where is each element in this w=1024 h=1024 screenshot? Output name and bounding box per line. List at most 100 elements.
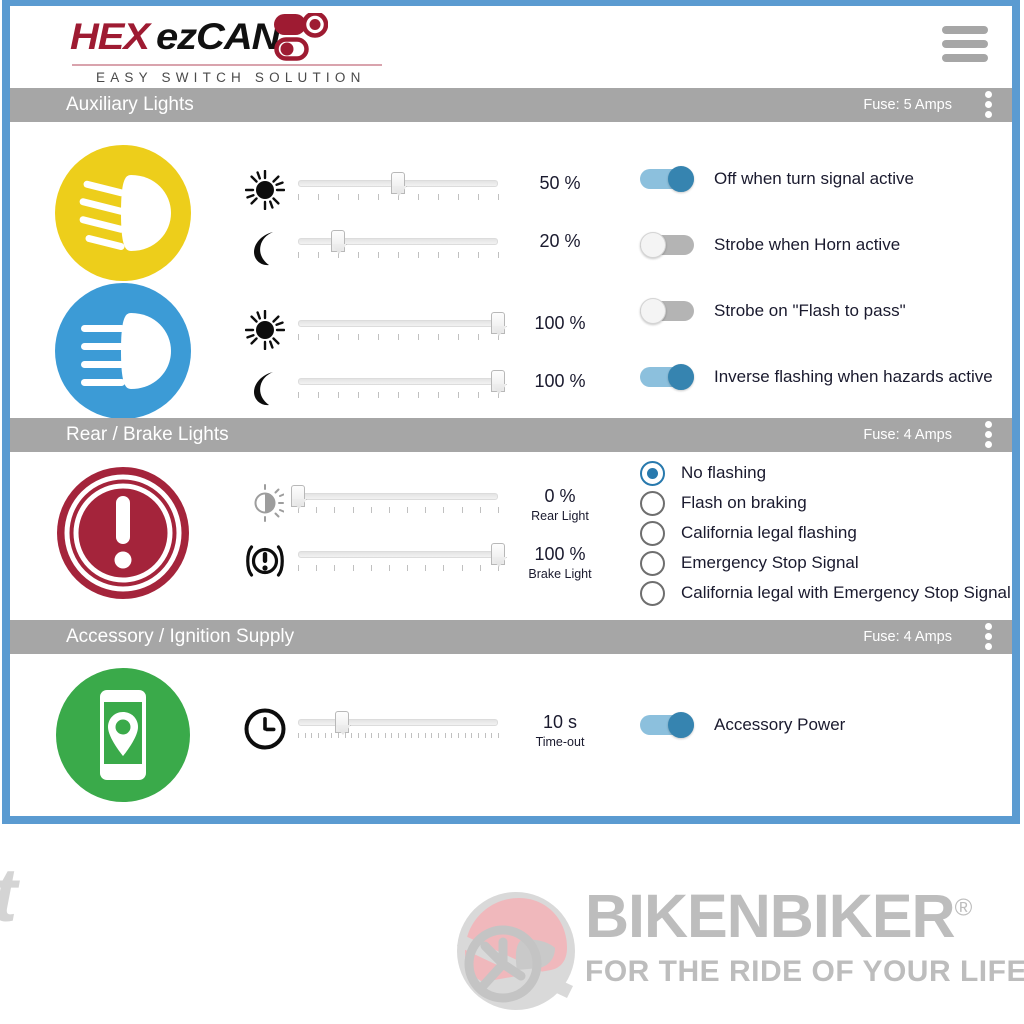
section-header-auxiliary-lights: Auxiliary Lights Fuse: 5 Amps — [10, 88, 1012, 122]
toggle-label: Inverse flashing when hazards active — [714, 367, 993, 386]
slider-row-brake-light: 100 % Brake Light — [242, 538, 606, 584]
slider-value-low-beam-day: 100 % — [514, 307, 606, 334]
brake-warning-circle-icon[interactable] — [56, 466, 190, 600]
slider-thumb[interactable] — [491, 312, 505, 334]
toggle-strobe-on-flash-to-pass[interactable] — [640, 298, 694, 324]
slider-value-text: 10 s — [542, 712, 578, 732]
slider-value-text: 100 % — [534, 544, 586, 564]
slider-ticks — [298, 194, 499, 201]
slider-ticks — [298, 334, 499, 341]
brightness-slider-high-beam-day[interactable] — [298, 167, 499, 213]
radio-california-legal-with-ess[interactable]: California legal with Emergency Stop Sig… — [640, 578, 1011, 608]
watermark-title-text: BIKENBIKER — [585, 882, 956, 950]
slider-thumb[interactable] — [491, 370, 505, 392]
slider-value-text: 100 % — [534, 313, 586, 333]
clock-icon — [242, 706, 288, 752]
slider-thumb[interactable] — [391, 172, 405, 194]
slider-track — [298, 320, 498, 327]
slider-ticks — [298, 507, 499, 514]
radio-label: California legal flashing — [681, 523, 857, 542]
low-beam-headlight-icon[interactable] — [55, 283, 191, 419]
radio-no-flashing[interactable]: No flashing — [640, 458, 1011, 488]
watermark-title: BIKENBIKER® — [585, 886, 1024, 947]
slider-thumb[interactable] — [335, 711, 349, 733]
hamburger-bar — [942, 54, 988, 62]
slider-value-accessory-timeout: 10 s Time-out — [514, 706, 606, 749]
slider-ticks — [298, 565, 499, 572]
timeout-slider-accessory[interactable] — [298, 706, 499, 752]
toggle-row-strobe-flash-to-pass[interactable]: Strobe on "Flash to pass" — [640, 298, 906, 324]
toggle-inverse-flashing-hazards[interactable] — [640, 364, 694, 390]
slider-value-text: 20 % — [539, 231, 581, 251]
phone-location-icon[interactable] — [56, 668, 190, 802]
slider-thumb[interactable] — [491, 543, 505, 565]
slider-sub-label: Time-out — [535, 735, 585, 749]
slider-row-low-beam-night: 100 % — [242, 365, 606, 411]
brightness-slider-rear-light[interactable] — [291, 480, 499, 526]
bikenbiker-watermark: BIKENBIKER® FOR THE RIDE OF YOUR LIFE — [455, 882, 1024, 1017]
slider-thumb[interactable] — [331, 230, 345, 252]
radio-california-legal-flashing[interactable]: California legal flashing — [640, 518, 1011, 548]
radio-label: No flashing — [681, 463, 767, 482]
brightness-slider-low-beam-day[interactable] — [298, 307, 505, 353]
registered-trademark-icon: ® — [954, 894, 973, 922]
toggle-row-accessory-power[interactable]: Accessory Power — [640, 712, 845, 738]
toggle-label: Strobe when Horn active — [714, 235, 901, 254]
slider-track — [298, 493, 498, 500]
slider-row-accessory-timeout: 10 s Time-out — [242, 706, 606, 752]
section-title: Accessory / Ignition Supply — [66, 626, 295, 647]
toggle-label: Off when turn signal active — [714, 169, 915, 188]
slider-sub-label: Rear Light — [531, 509, 589, 523]
brightness-slider-low-beam-night[interactable] — [298, 365, 505, 411]
app-header: HEX ezCAN EASY SWITCH SOLUTION — [10, 6, 1012, 88]
radio-indicator — [640, 490, 665, 516]
toggle-row-strobe-horn[interactable]: Strobe when Horn active — [640, 232, 900, 258]
section-title: Auxiliary Lights — [66, 94, 194, 115]
slider-track — [298, 378, 498, 385]
flash-mode-radio-group[interactable]: No flashing Flash on braking California … — [640, 458, 1011, 608]
partial-watermark-glyph: t — [0, 858, 17, 934]
application-window: HEX ezCAN EASY SWITCH SOLUTION Auxiliary… — [2, 0, 1020, 824]
logo-hex-text: HEX — [70, 16, 150, 57]
logo-tagline: EASY SWITCH SOLUTION — [96, 70, 366, 85]
radio-emergency-stop-signal[interactable]: Emergency Stop Signal — [640, 548, 1011, 578]
slider-thumb[interactable] — [291, 485, 305, 507]
slider-value-high-beam-day: 50 % — [514, 167, 606, 194]
slider-value-text: 0 % — [544, 486, 576, 506]
toggle-knob — [668, 712, 694, 738]
toggle-accessory-power[interactable] — [640, 712, 694, 738]
hamburger-menu-icon[interactable] — [942, 26, 988, 62]
section-overflow-menu-icon[interactable] — [982, 623, 994, 651]
slider-row-high-beam-day: 50 % — [242, 167, 606, 213]
radio-flash-on-braking[interactable]: Flash on braking — [640, 488, 1011, 518]
section-fuse-label: Fuse: 5 Amps — [863, 97, 952, 113]
radio-label: Emergency Stop Signal — [681, 553, 859, 572]
section-overflow-menu-icon[interactable] — [982, 91, 994, 119]
high-beam-headlight-icon[interactable] — [55, 145, 191, 281]
section-fuse-label: Fuse: 4 Amps — [863, 629, 952, 645]
ezcan-switch-mark-icon — [274, 11, 329, 61]
section-body-rear-brake-lights: 0 % Rear Light 100 % Brake Light No flas… — [10, 452, 1012, 620]
toggle-off-when-turn-signal-active[interactable] — [640, 166, 694, 192]
logo-ezcan-text: ezCAN — [156, 16, 280, 57]
brightness-slider-high-beam-night[interactable] — [298, 225, 499, 271]
section-body-accessory-ignition-supply: 10 s Time-out Accessory Power — [10, 654, 1012, 816]
radio-indicator — [640, 550, 665, 576]
sun-icon — [242, 167, 288, 213]
toggle-row-inverse-flash-hazards[interactable]: Inverse flashing when hazards active — [640, 364, 993, 390]
toggle-row-off-turn-signal[interactable]: Off when turn signal active — [640, 166, 914, 192]
slider-value-text: 50 % — [539, 173, 581, 193]
radio-label: Flash on braking — [681, 493, 807, 512]
watermark-subtitle: FOR THE RIDE OF YOUR LIFE — [585, 955, 1024, 988]
brightness-slider-brake-light[interactable] — [298, 538, 505, 584]
toggle-knob — [668, 364, 694, 390]
toggle-strobe-when-horn-active[interactable] — [640, 232, 694, 258]
slider-value-text: 100 % — [534, 371, 586, 391]
slider-ticks — [298, 252, 499, 259]
moon-icon — [242, 365, 288, 411]
slider-sub-label: Brake Light — [528, 567, 592, 581]
section-fuse-label: Fuse: 4 Amps — [863, 427, 952, 443]
toggle-label: Strobe on "Flash to pass" — [714, 301, 906, 320]
section-overflow-menu-icon[interactable] — [982, 421, 994, 449]
slider-track — [298, 551, 498, 558]
